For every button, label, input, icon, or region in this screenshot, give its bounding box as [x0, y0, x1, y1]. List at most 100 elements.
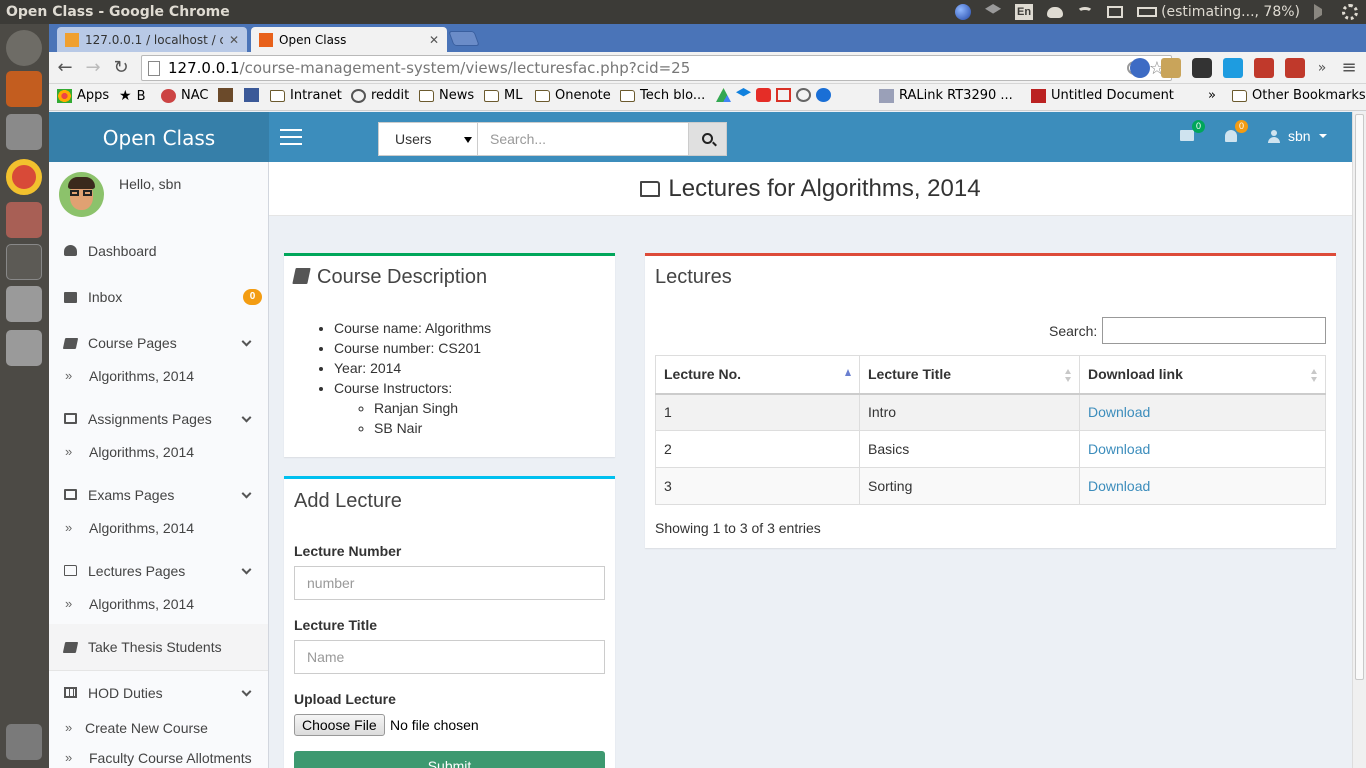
table-search-input[interactable]: [1102, 317, 1326, 344]
page-scrollbar[interactable]: [1352, 112, 1366, 768]
greeting: Hello, sbn: [119, 176, 182, 192]
sidebar-item-take-thesis-students[interactable]: Take Thesis Students: [49, 624, 268, 670]
sidebar-item-lectures-pages[interactable]: Lectures Pages: [49, 548, 268, 594]
submit-button[interactable]: Submit: [294, 751, 605, 768]
sidebar-item-dashboard[interactable]: Dashboard: [49, 228, 268, 274]
sidebar-item-course-pages[interactable]: Course Pages: [49, 320, 268, 366]
column-header-lecture-title[interactable]: Lecture Title: [859, 355, 1080, 395]
bookmark-extension-icon[interactable]: [1254, 58, 1274, 78]
lecture-number-input[interactable]: number: [294, 566, 605, 600]
app-logo[interactable]: Open Class: [49, 112, 269, 162]
folder-icon: [620, 89, 635, 102]
user-menu[interactable]: sbn: [1268, 128, 1327, 144]
add-lecture-box: Add Lecture Lecture Number number Lectur…: [284, 476, 615, 768]
messages-count-badge: 0: [1192, 120, 1206, 133]
sidebar-subitem-lectures-algorithms[interactable]: » Algorithms, 2014: [49, 596, 268, 620]
bookmark-ralink[interactable]: RALink RT3290 ...: [879, 88, 1013, 103]
new-tab-button[interactable]: [448, 31, 480, 46]
top-navbar: Users Search... 0 0 sbn: [269, 112, 1352, 162]
sidebar-subitem-exams-algorithms[interactable]: » Algorithms, 2014: [49, 520, 268, 544]
trash-icon[interactable]: [6, 724, 42, 760]
address-bar[interactable]: 127.0.0.1/course-management-system/views…: [141, 55, 1172, 81]
table-row: 3 Sorting Download: [655, 467, 1326, 505]
drive-icon[interactable]: [6, 286, 42, 322]
download-link[interactable]: Download: [1088, 441, 1150, 457]
column-header-lecture-no[interactable]: Lecture No.: [655, 355, 860, 395]
sidebar-subitem-create-new-course[interactable]: » Create New Course: [49, 720, 268, 744]
browser-tab-open-class[interactable]: Open Class ✕: [251, 27, 447, 52]
chrome-icon[interactable]: [6, 159, 42, 195]
bookmark-other-bookmarks[interactable]: Other Bookmarks: [1232, 88, 1366, 103]
lecture-title-input[interactable]: Name: [294, 640, 605, 674]
q-extension-icon[interactable]: [1285, 58, 1305, 78]
network-globe-icon[interactable]: [955, 4, 972, 20]
wifi-icon[interactable]: [1077, 7, 1094, 17]
bookmark-unnamed-1[interactable]: [218, 88, 233, 102]
search-button[interactable]: [689, 122, 727, 156]
sidebar-item-hod-duties[interactable]: HOD Duties: [49, 670, 268, 716]
sidebar-item-assignments-pages[interactable]: Assignments Pages: [49, 396, 268, 442]
download-link[interactable]: Download: [1088, 478, 1150, 494]
course-number: Course number: CS201: [334, 338, 491, 358]
sidebar-toggle-icon[interactable]: [280, 129, 302, 145]
cloud-icon[interactable]: [1047, 6, 1064, 18]
system-gear-icon[interactable]: [1342, 4, 1358, 20]
bookmark-apps[interactable]: Apps: [57, 88, 109, 103]
messages-icon[interactable]: [1180, 130, 1194, 141]
more-extensions-icon[interactable]: »: [1312, 58, 1332, 78]
sidebar-subitem-faculty-course-allotments[interactable]: » Faculty Course Allotments: [49, 750, 268, 768]
battery-indicator[interactable]: (estimating..., 78%): [1137, 4, 1300, 20]
column-header-download-link[interactable]: Download link: [1079, 355, 1326, 395]
search-scope-select[interactable]: Users: [378, 122, 478, 156]
browser-tab-phpmyadmin[interactable]: 127.0.0.1 / localhost / cou ✕: [57, 27, 247, 52]
bookmark-b[interactable]: ★ B: [119, 88, 145, 104]
bookmark-facebook[interactable]: [244, 88, 259, 102]
forward-arrow-icon[interactable]: →: [83, 58, 103, 78]
globe-extension-icon[interactable]: [1130, 58, 1150, 78]
bookmark-tech-blogs[interactable]: Tech blo...: [620, 88, 705, 103]
download-cell: Download: [1079, 393, 1326, 431]
sublime-text-icon[interactable]: [6, 71, 42, 107]
file-archive-icon[interactable]: [6, 202, 42, 238]
search-input[interactable]: Search...: [478, 122, 689, 156]
bookmark-onenote[interactable]: Onenote: [535, 88, 611, 103]
checkmark-extension-icon[interactable]: [1223, 58, 1243, 78]
sidebar-item-exams-pages[interactable]: Exams Pages: [49, 472, 268, 518]
sidebar-item-inbox[interactable]: Inbox 0: [49, 274, 268, 320]
browser-toolbar: ← → ↻ 127.0.0.1/course-management-system…: [49, 52, 1366, 84]
close-tab-icon[interactable]: ✕: [229, 33, 239, 47]
bookmark-quick-links[interactable]: [716, 88, 831, 102]
download-link[interactable]: Download: [1088, 404, 1150, 420]
bookmarks-overflow[interactable]: »: [1208, 88, 1216, 103]
system-settings-icon[interactable]: [6, 114, 42, 150]
dropbox-icon[interactable]: [985, 4, 1002, 14]
drive-icon[interactable]: [6, 330, 42, 366]
course-name: Course name: Algorithms: [334, 318, 491, 338]
course-description-title: Course Description: [292, 266, 487, 289]
bookmark-news[interactable]: News: [419, 88, 474, 103]
scrollbar-thumb[interactable]: [1355, 114, 1364, 680]
chrome-menu-icon[interactable]: ≡: [1339, 58, 1359, 78]
workspace-switcher-icon[interactable]: [6, 244, 42, 280]
sidebar-subitem-assignments-algorithms[interactable]: » Algorithms, 2014: [49, 444, 268, 468]
lecture-number-label: Lecture Number: [294, 543, 402, 559]
mail-icon[interactable]: [1107, 6, 1124, 18]
sidebar-subitem-course-algorithms[interactable]: » Algorithms, 2014: [49, 368, 268, 392]
pocket-extension-icon[interactable]: [1192, 58, 1212, 78]
bookmark-intranet[interactable]: Intranet: [270, 88, 342, 103]
bookmark-reddit[interactable]: reddit: [351, 88, 409, 103]
dash-home-icon[interactable]: [6, 30, 42, 66]
keyboard-language-indicator[interactable]: En: [1015, 4, 1034, 20]
facebook-extension-icon[interactable]: [1161, 58, 1181, 78]
bookmark-nac[interactable]: NAC: [161, 88, 208, 103]
search-icon: [702, 133, 713, 144]
back-arrow-icon[interactable]: ←: [55, 58, 75, 78]
choose-file-button[interactable]: Choose File: [294, 714, 385, 736]
close-tab-icon[interactable]: ✕: [429, 33, 439, 47]
bookmark-ml[interactable]: ML: [484, 88, 522, 103]
bookmark-untitled-document[interactable]: Untitled Document: [1031, 88, 1174, 103]
notifications-bell-icon[interactable]: [1225, 130, 1237, 142]
speaker-muted-icon[interactable]: [1314, 4, 1328, 20]
ds-favicon-icon: [879, 88, 894, 103]
reload-icon[interactable]: ↻: [111, 58, 131, 78]
